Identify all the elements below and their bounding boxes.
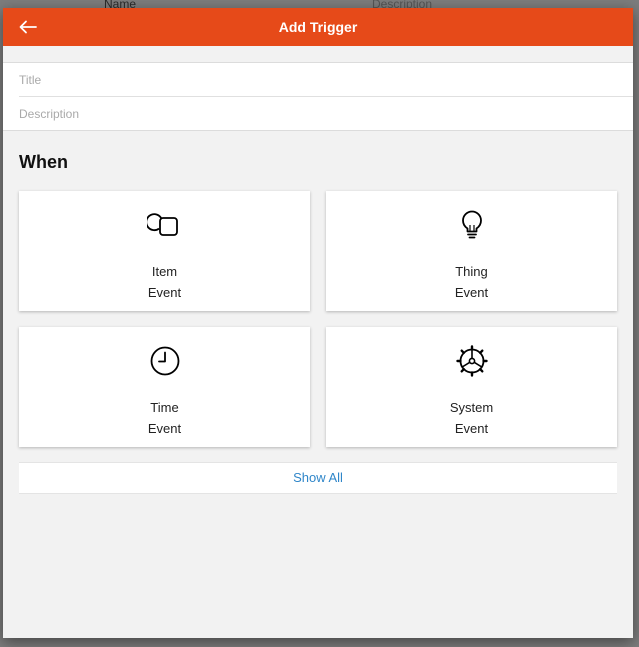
time-event-card[interactable]: Time Event bbox=[19, 327, 310, 447]
item-event-line2: Event bbox=[147, 285, 182, 300]
page-title: Add Trigger bbox=[278, 19, 358, 35]
gear-icon bbox=[455, 345, 488, 377]
thing-event-line1: Thing bbox=[455, 264, 488, 279]
when-heading: When bbox=[19, 152, 68, 172]
system-event-label: System Event bbox=[326, 397, 617, 439]
trigger-type-grid: Item Event Thing Event Time Event System… bbox=[3, 191, 633, 447]
show-all-button[interactable]: Show All bbox=[19, 462, 617, 494]
time-event-line1: Time bbox=[150, 400, 179, 415]
time-event-label: Time Event bbox=[19, 397, 310, 439]
system-event-line2: Event bbox=[454, 421, 489, 436]
system-event-card[interactable]: System Event bbox=[326, 327, 617, 447]
navbar: Add Trigger bbox=[3, 8, 633, 46]
item-event-label: Item Event bbox=[19, 261, 310, 303]
time-event-line2: Event bbox=[147, 421, 182, 436]
item-event-card[interactable]: Item Event bbox=[19, 191, 310, 311]
item-event-line1: Item bbox=[151, 264, 178, 279]
trigger-form bbox=[3, 62, 633, 131]
description-input[interactable] bbox=[19, 106, 599, 121]
system-event-line1: System bbox=[449, 400, 494, 415]
thing-event-card[interactable]: Thing Event bbox=[326, 191, 617, 311]
add-trigger-popup: Add Trigger When Item Event bbox=[3, 8, 633, 638]
thing-event-line2: Event bbox=[454, 285, 489, 300]
clock-icon bbox=[150, 346, 179, 376]
title-row bbox=[19, 63, 633, 96]
item-squares-icon bbox=[146, 213, 178, 236]
title-input[interactable] bbox=[19, 72, 599, 87]
lightbulb-icon bbox=[461, 210, 482, 239]
description-row bbox=[19, 96, 633, 130]
thing-event-label: Thing Event bbox=[326, 261, 617, 303]
